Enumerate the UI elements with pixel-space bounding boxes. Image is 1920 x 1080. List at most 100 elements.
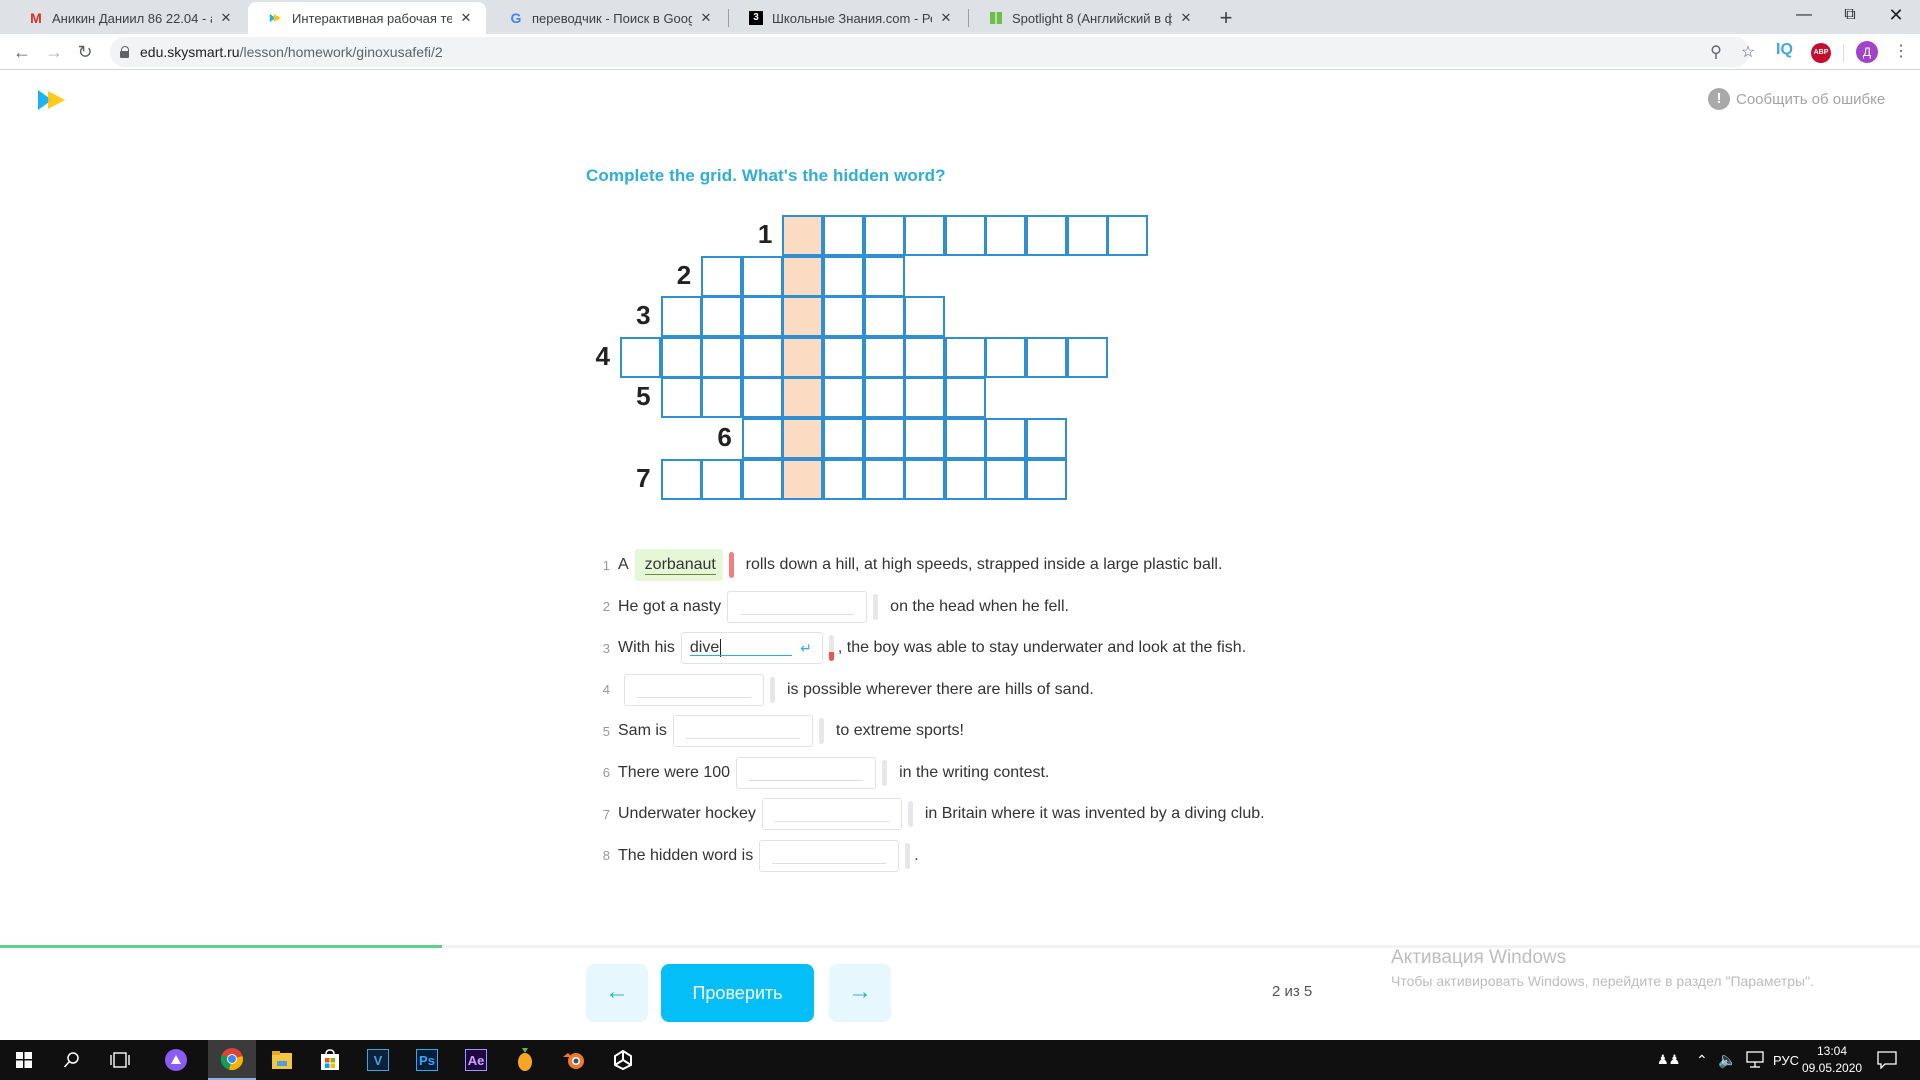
sentence-number: 2 bbox=[602, 599, 610, 614]
search-button[interactable] bbox=[48, 1040, 96, 1080]
answer-input[interactable] bbox=[672, 715, 813, 747]
exclamation-icon: ! bbox=[1708, 88, 1730, 110]
tab-title: Интерактивная рабочая тетрадь bbox=[292, 10, 452, 26]
browser-tab[interactable]: 3 Школьные Знания.com - Решае ✕ bbox=[728, 2, 966, 34]
crossword-cell bbox=[1026, 458, 1067, 500]
close-window-button[interactable]: ✕ bbox=[1873, 0, 1919, 34]
answer-input[interactable]: dive ↵ bbox=[680, 632, 823, 664]
crossword-cell bbox=[985, 215, 1027, 256]
sentence-row: 6 There were 100 in the writing contest. bbox=[596, 753, 1049, 793]
windows-taskbar: V Ps Ae ♟♟ ⌃ 🔈 РУС bbox=[0, 1040, 1920, 1080]
vegas-icon: V bbox=[367, 1049, 389, 1071]
tab-close-icon[interactable]: ✕ bbox=[1178, 10, 1194, 26]
notifications-icon[interactable] bbox=[1877, 1040, 1897, 1080]
alice-icon bbox=[165, 1049, 187, 1071]
answer-input[interactable] bbox=[761, 798, 902, 830]
answer-input[interactable] bbox=[624, 673, 764, 706]
crossword-cell bbox=[660, 377, 702, 419]
crossword-cell bbox=[1026, 215, 1067, 256]
crossword-row-number: 3 bbox=[636, 300, 651, 331]
minimize-button[interactable]: — bbox=[1781, 0, 1827, 34]
text-caret bbox=[720, 639, 722, 657]
address-bar[interactable]: edu.skysmart.ru/lesson/homework/ginoxusa… bbox=[110, 37, 1755, 67]
answer-input[interactable] bbox=[727, 590, 868, 623]
tab-close-icon[interactable]: ✕ bbox=[458, 10, 474, 26]
progress-fill bbox=[0, 945, 442, 948]
profile-avatar[interactable]: Д bbox=[1856, 41, 1878, 63]
answer-input[interactable] bbox=[736, 756, 877, 789]
crossword-cell bbox=[944, 377, 986, 419]
browser-tab[interactable]: M Аникин Даниил 86 22.04 - aniki ✕ bbox=[8, 2, 246, 34]
crossword-hidden-word-cell bbox=[782, 377, 824, 419]
unity-app[interactable] bbox=[599, 1040, 647, 1080]
tab-title: переводчик - Поиск в Google bbox=[532, 10, 692, 26]
sentence-number: 4 bbox=[602, 682, 610, 697]
next-button[interactable]: → bbox=[829, 964, 891, 1022]
crossword-cell bbox=[823, 296, 864, 338]
crossword-cell bbox=[823, 418, 864, 459]
check-button[interactable]: Проверить bbox=[661, 964, 814, 1022]
start-button[interactable] bbox=[0, 1040, 48, 1080]
skysmart-logo[interactable] bbox=[36, 88, 70, 112]
tab-close-icon[interactable]: ✕ bbox=[938, 10, 954, 26]
google-icon: G bbox=[510, 10, 522, 26]
answer-input[interactable] bbox=[759, 839, 900, 872]
taskbar-clock[interactable]: 13:04 09.05.2020 bbox=[1802, 1043, 1862, 1077]
new-tab-button[interactable]: + bbox=[1214, 4, 1238, 32]
crossword-cell bbox=[701, 255, 743, 297]
crossword-cell bbox=[741, 418, 783, 459]
crossword-cell bbox=[863, 255, 905, 297]
report-error-link[interactable]: ! Сообщить об ошибке bbox=[1708, 88, 1885, 110]
forward-button[interactable]: → bbox=[40, 38, 68, 66]
after-effects-app[interactable]: Ae bbox=[452, 1040, 500, 1080]
zoom-out-icon[interactable]: ⚲ bbox=[1704, 41, 1728, 65]
browser-tab[interactable]: Spotlight 8 (Английский в фоку ✕ bbox=[968, 2, 1206, 34]
toolbar-divider bbox=[1843, 44, 1844, 62]
previous-button[interactable]: ← bbox=[586, 964, 648, 1022]
alice-app[interactable] bbox=[152, 1040, 200, 1080]
iq-extension-icon[interactable]: IQ bbox=[1776, 41, 1793, 59]
crossword-cell bbox=[823, 215, 864, 256]
url-host: edu.skysmart.ru bbox=[140, 44, 240, 60]
photoshop-app[interactable]: Ps bbox=[403, 1040, 451, 1080]
back-button[interactable]: ← bbox=[8, 38, 36, 66]
answer-status-marker bbox=[905, 842, 911, 869]
network-icon[interactable] bbox=[1745, 1040, 1765, 1080]
people-icon[interactable]: ♟♟ bbox=[1657, 1040, 1680, 1080]
crossword-cell bbox=[1026, 418, 1067, 459]
photoshop-icon: Ps bbox=[416, 1049, 438, 1071]
adblock-extension-icon[interactable]: ABP bbox=[1811, 43, 1831, 63]
crossword-cell bbox=[904, 296, 946, 338]
enter-icon[interactable]: ↵ bbox=[800, 640, 812, 657]
crossword-cell bbox=[863, 418, 905, 459]
input-language-indicator[interactable]: РУС bbox=[1773, 1040, 1799, 1080]
reload-button[interactable]: ↻ bbox=[71, 38, 99, 66]
blender-icon bbox=[563, 1053, 584, 1069]
answer-input[interactable]: zorbanaut bbox=[634, 549, 723, 581]
store-app[interactable] bbox=[306, 1040, 354, 1080]
browser-tab[interactable]: Gпереводчик - Поиск в Google ✕ bbox=[488, 2, 726, 34]
blender-app[interactable] bbox=[550, 1040, 598, 1080]
sentence-text-before: There were 100 bbox=[618, 763, 731, 781]
task-view-button[interactable] bbox=[96, 1040, 144, 1080]
crossword-cell bbox=[904, 458, 946, 500]
restore-button[interactable]: ⧉ bbox=[1827, 0, 1873, 34]
crossword-row-number: 7 bbox=[636, 462, 651, 493]
tab-close-icon[interactable]: ✕ bbox=[218, 10, 234, 26]
page-counter: 2 из 5 bbox=[1272, 983, 1313, 1000]
crossword-cell bbox=[904, 336, 946, 378]
sentence-row: 2 He got a nasty on the head when he fell. bbox=[596, 587, 1069, 627]
browser-tab[interactable]: Интерактивная рабочая тетрадь ✕ bbox=[248, 2, 486, 34]
volume-icon[interactable]: 🔈 bbox=[1718, 1040, 1737, 1080]
browser-menu-icon[interactable]: ⋮ bbox=[1893, 42, 1909, 62]
bookmark-star-icon[interactable]: ☆ bbox=[1736, 41, 1760, 65]
vegas-app[interactable]: V bbox=[354, 1040, 402, 1080]
show-hidden-icons-chevron-up-icon[interactable]: ⌃ bbox=[1696, 1040, 1708, 1080]
logo-yellow-triangle bbox=[48, 91, 65, 109]
lock-icon bbox=[120, 46, 130, 58]
tab-close-icon[interactable]: ✕ bbox=[698, 10, 714, 26]
file-explorer-app[interactable] bbox=[258, 1040, 306, 1080]
fl-studio-app[interactable] bbox=[501, 1040, 549, 1080]
crossword-cell bbox=[1107, 215, 1149, 256]
chrome-app[interactable] bbox=[208, 1040, 256, 1080]
